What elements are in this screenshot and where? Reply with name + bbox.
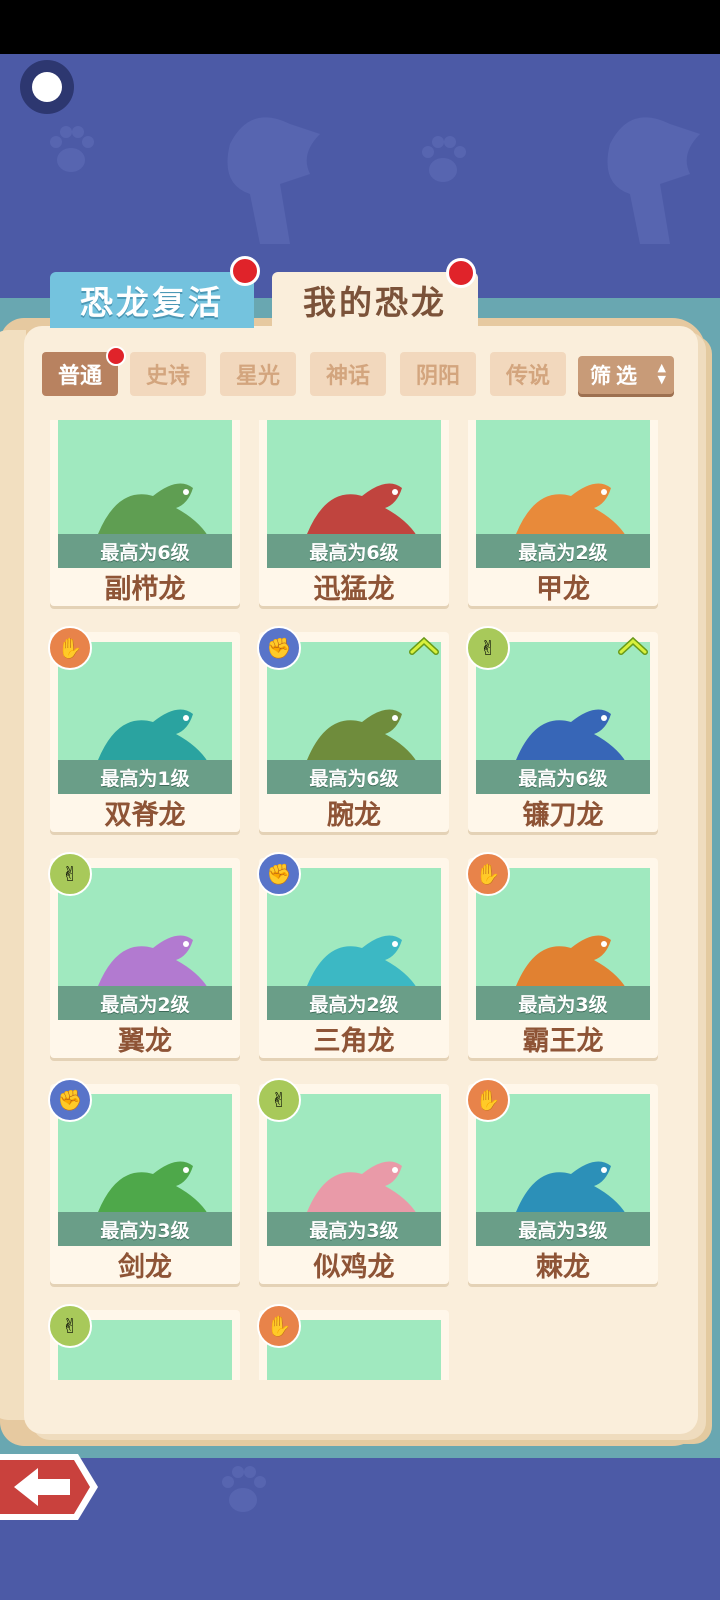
dino-name: 副栉龙 [104,573,186,605]
hand-type-icon: ✌ [466,626,510,670]
max-level-label: 最高为1级 [58,760,232,794]
hand-type-icon: ✌ [48,852,92,896]
max-level-label: 最高为3级 [267,1212,441,1246]
sort-arrows-icon: ▲ ▼ [657,361,666,386]
hand-type-icon: ✊ [257,852,301,896]
dino-card[interactable]: 最高为3级似鸡龙 ✌ [257,1078,449,1284]
dino-name: 腕龙 [327,799,381,831]
dino-name: 三角龙 [313,1025,395,1057]
max-level-label: 最高为3级 [58,1212,232,1246]
dino-card[interactable]: 最高为2级三角龙 ✊ [257,852,449,1058]
max-level-label: 最高为2级 [58,986,232,1020]
dino-card-grid: 最高为6级 副栉龙 最高为6级 迅猛龙 最高为2级 甲龙 最高为1级 双脊龙 ✋ 最高为6级 腕龙 ✊… [36,420,676,1380]
filter-chip-epic[interactable]: 史诗 [130,352,206,396]
dino-name: 剑龙 [118,1251,172,1283]
hand-type-icon: ✌ [48,1304,92,1348]
dino-name: 镰刀龙 [522,799,604,831]
dino-card[interactable]: 最高为3级剑龙 ✊ [48,1078,240,1284]
filter-chip-legend[interactable]: 传说 [490,352,566,396]
max-level-label: 最高为2级 [267,986,441,1020]
upgrade-arrow-icon [409,636,439,655]
dino-card[interactable]: 最高为2级甲龙 [468,420,658,606]
tab-dino-revive[interactable]: 恐龙复活 [50,272,254,328]
hand-type-icon: ✊ [257,626,301,670]
hand-type-icon: ✋ [466,852,510,896]
dino-card[interactable]: ✋ [257,1304,449,1380]
dino-card[interactable]: 最高为6级镰刀龙 ✌ [466,626,658,832]
paw-print-icon [50,126,94,172]
dino-name: 甲龙 [536,573,590,605]
dino-card[interactable]: 最高为3级霸王龙 ✋ [466,852,658,1058]
dino-silhouette-icon [227,117,320,244]
notification-dot [446,258,476,288]
dino-name: 霸王龙 [522,1025,604,1057]
max-level-label: 最高为6级 [58,534,232,568]
hand-type-icon: ✋ [466,1078,510,1122]
dino-name: 双脊龙 [104,799,186,831]
menu-toggle-button[interactable] [20,60,74,114]
back-arrow-button[interactable] [0,1446,100,1528]
notification-dot [230,256,260,286]
max-level-label: 最高为6级 [267,534,441,568]
hand-type-icon: ✌ [257,1078,301,1122]
status-bar [0,0,720,54]
tab-label: 我的恐龙 [303,283,447,322]
book-spine [0,330,26,1420]
hand-type-icon: ✋ [257,1304,301,1348]
dino-card[interactable]: 最高为6级迅猛龙 [259,420,449,606]
dino-name: 似鸡龙 [313,1251,395,1283]
max-level-label: 最高为6级 [476,760,650,794]
dino-card[interactable]: 最高为3级棘龙 ✋ [466,1078,658,1284]
upgrade-arrow-icon [618,636,648,655]
max-level-label: 最高为2级 [476,534,650,568]
dino-silhouette-icon [607,117,700,244]
dino-name: 翼龙 [118,1025,172,1057]
filter-chip-yinyang[interactable]: 阴阳 [400,352,476,396]
dino-name: 棘龙 [536,1251,590,1283]
dino-name: 迅猛龙 [313,573,395,605]
hand-type-icon: ✋ [48,626,92,670]
max-level-label: 最高为3级 [476,986,650,1020]
dino-card[interactable]: 最高为1级双脊龙 ✋ [48,626,240,832]
notification-dot [106,346,126,366]
filter-chip-myth[interactable]: 神话 [310,352,386,396]
max-level-label: 最高为6级 [267,760,441,794]
tab-label: 恐龙复活 [80,283,224,322]
dino-card[interactable]: ✌ [48,1304,240,1380]
hand-type-icon: ✊ [48,1078,92,1122]
dino-card[interactable]: 最高为6级副栉龙 [50,420,240,606]
paw-print-icon [422,136,466,182]
paw-print-icon [222,1466,266,1512]
dino-card[interactable]: 最高为6级腕龙 ✊ [257,626,449,832]
max-level-label: 最高为3级 [476,1212,650,1246]
dino-card[interactable]: 最高为2级翼龙 ✌ [48,852,240,1058]
filter-chip-starlight[interactable]: 星光 [220,352,296,396]
sort-filter-button[interactable]: 筛选 ▲ ▼ [578,356,674,394]
